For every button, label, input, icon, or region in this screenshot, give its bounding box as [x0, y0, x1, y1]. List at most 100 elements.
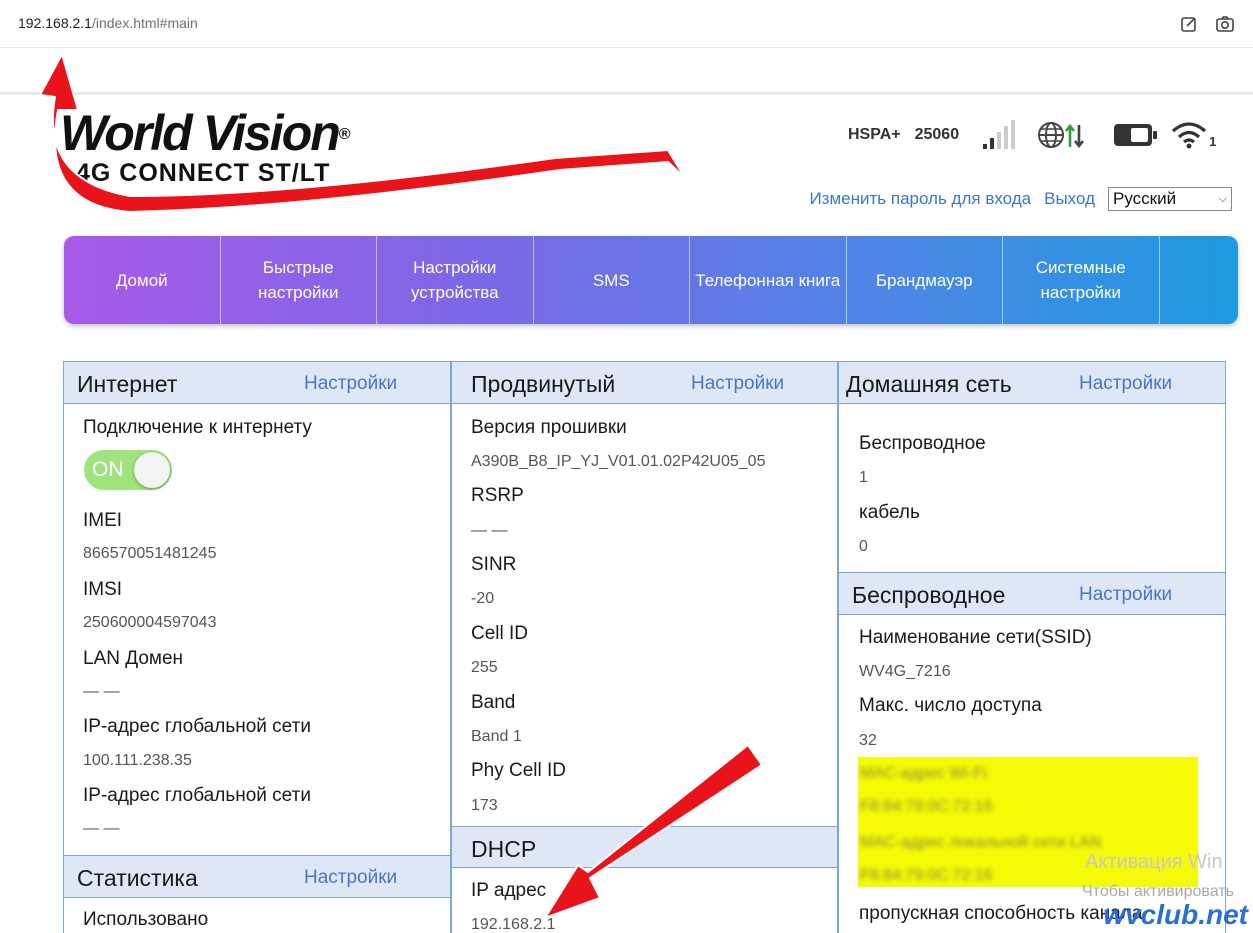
cellid-value: 255	[471, 659, 498, 676]
rsrp-label: RSRP	[471, 485, 524, 506]
site-watermark: wvclub.net	[1103, 899, 1248, 930]
lan-domain-value: — —	[83, 683, 120, 700]
ssid-label: Наименование сети(SSID)	[859, 627, 1092, 648]
band-value: Band 1	[471, 728, 522, 745]
dhcp-header: DHCP	[452, 826, 837, 868]
wireless-settings-link[interactable]: Настройки	[1079, 584, 1172, 606]
nav-label: Настройки устройства	[410, 258, 499, 302]
wifi-mac-value: F8:84:79:0C:72:16	[860, 798, 993, 815]
panel-title: Статистика	[77, 865, 198, 891]
wifi-clients-count: 1	[1209, 134, 1217, 149]
nav-quick-settings[interactable]: Быстрые настройки	[221, 236, 377, 324]
advanced-settings-link[interactable]: Настройки	[691, 373, 784, 395]
internet-globe-icon	[1038, 122, 1085, 149]
bandwidth-label: пропускная способность канала	[859, 903, 1143, 924]
phycell-value: 173	[471, 797, 498, 814]
chevron-down-icon: ⌵	[1218, 192, 1227, 205]
operator-code: 25060	[914, 126, 960, 143]
nav-home[interactable]: Домой	[64, 236, 221, 324]
home-network-settings-link[interactable]: Настройки	[1079, 373, 1172, 395]
panel-header: Беспроводное Настройки	[839, 573, 1225, 615]
network-type: HSPA+	[848, 126, 901, 143]
internet-toggle[interactable]: ON	[84, 450, 172, 490]
internet-settings-link[interactable]: Настройки	[304, 373, 397, 395]
dhcp-title: DHCP	[471, 836, 537, 862]
advanced-panel: Продвинутый Настройки Версия прошивки A3…	[451, 361, 838, 933]
panel-title: Домашняя сеть	[846, 371, 1012, 397]
nav-device-settings[interactable]: Настройки устройства	[377, 236, 534, 324]
header-links: Изменить пароль для входа Выход Русский …	[809, 187, 1232, 211]
wan-ip2-label: IP-адрес глобальной сети	[83, 785, 311, 806]
max-access-label: Макс. число доступа	[859, 695, 1042, 716]
panel-header: Интернет Настройки	[64, 362, 450, 404]
wifi-status: 1	[1171, 121, 1216, 149]
sinr-label: SINR	[471, 554, 517, 575]
home-network-panel: Домашняя сеть Настройки Беспроводное 1 к…	[838, 361, 1226, 573]
nav-system-settings[interactable]: Системные настройки	[1003, 236, 1160, 324]
cellid-label: Cell ID	[471, 623, 529, 644]
language-select[interactable]: Русский ⌵	[1108, 187, 1232, 211]
wan-ip-value: 100.111.238.35	[83, 752, 192, 769]
imei-label: IMEI	[83, 510, 123, 531]
panel-header: Домашняя сеть Настройки	[839, 362, 1225, 404]
status-bar: HSPA+ 25060 1	[848, 115, 1216, 155]
nav-firewall[interactable]: Брандмауэр	[847, 236, 1003, 324]
change-password-link[interactable]: Изменить пароль для входа	[809, 189, 1031, 209]
max-access-value: 32	[859, 732, 877, 749]
ssid-value: WV4G_7216	[859, 663, 951, 680]
url-host: 192.168.2.1	[18, 15, 92, 31]
wireless-clients-label: Беспроводное	[859, 433, 986, 454]
panel-title: Продвинутый	[471, 371, 616, 397]
nav-phonebook[interactable]: Телефонная книга	[690, 236, 847, 324]
nav-label: Быстрые настройки	[258, 258, 339, 302]
cable-clients-label: кабель	[859, 502, 920, 523]
logout-link[interactable]: Выход	[1044, 189, 1095, 209]
edit-page-icon[interactable]	[1179, 14, 1199, 34]
imei-value: 866570051481245	[83, 545, 217, 562]
statistics-settings-link[interactable]: Настройки	[304, 867, 397, 889]
lan-mac-label: MAC-адрес локальной сети LAN	[860, 834, 1102, 851]
firmware-value: A390B_B8_IP_YJ_V01.01.02P42U05_05	[471, 453, 766, 470]
sinr-value: -20	[471, 590, 495, 607]
battery-icon	[1114, 124, 1158, 146]
panel-title: Беспроводное	[852, 582, 1006, 608]
camera-icon[interactable]	[1215, 14, 1235, 34]
rsrp-value: — —	[471, 522, 508, 539]
bookmarks-bar	[0, 49, 1253, 95]
panel-header: Статистика Настройки	[64, 856, 450, 898]
wan-ip2-value: — —	[83, 820, 120, 837]
cable-clients-value: 0	[859, 538, 868, 555]
url-path: /index.html#main	[91, 15, 198, 31]
lan-domain-label: LAN Домен	[83, 648, 184, 669]
wireless-clients-value: 1	[859, 469, 868, 486]
lan-mac-value: F8:84:79:0C:72:16	[860, 867, 993, 884]
url-text[interactable]: 192.168.2.1/index.html#main	[18, 15, 198, 31]
toggle-knob	[134, 452, 170, 488]
dhcp-ip-label: IP адрес	[471, 880, 547, 901]
main-nav: Домой Быстрые настройки Настройки устрой…	[64, 236, 1238, 324]
toggle-state: ON	[92, 458, 124, 481]
wan-ip-label: IP-адрес глобальной сети	[83, 716, 311, 737]
windows-watermark: Активация Win	[1085, 851, 1223, 873]
brand-logo: World Vision® 4G CONNECT ST/LT	[60, 105, 351, 187]
wifi-icon	[1172, 122, 1207, 149]
phycell-label: Phy Cell ID	[471, 760, 567, 781]
imsi-value: 250600004597043	[83, 614, 217, 631]
wifi-mac-label: MAC-адрес Wi-Fi	[860, 765, 987, 782]
logo-sub-text: 4G CONNECT ST/LT	[76, 159, 331, 187]
internet-panel: Интернет Настройки Подключение к интерне…	[63, 361, 451, 856]
nav-label: Системные настройки	[1035, 258, 1126, 302]
signal-strength-icon	[983, 120, 1016, 149]
dhcp-ip-value: 192.168.2.1	[471, 916, 556, 933]
nav-sms[interactable]: SMS	[534, 236, 690, 324]
used-label: Использовано	[83, 909, 209, 930]
language-value: Русский	[1113, 189, 1177, 208]
band-label: Band	[471, 692, 516, 713]
address-bar[interactable]: 192.168.2.1/index.html#main	[0, 0, 1253, 48]
statistics-panel: Статистика Настройки Использовано	[63, 855, 451, 933]
panel-header: Продвинутый Настройки	[452, 362, 837, 404]
firmware-label: Версия прошивки	[471, 417, 627, 438]
panel-title: Интернет	[77, 371, 178, 397]
imsi-label: IMSI	[83, 579, 123, 600]
